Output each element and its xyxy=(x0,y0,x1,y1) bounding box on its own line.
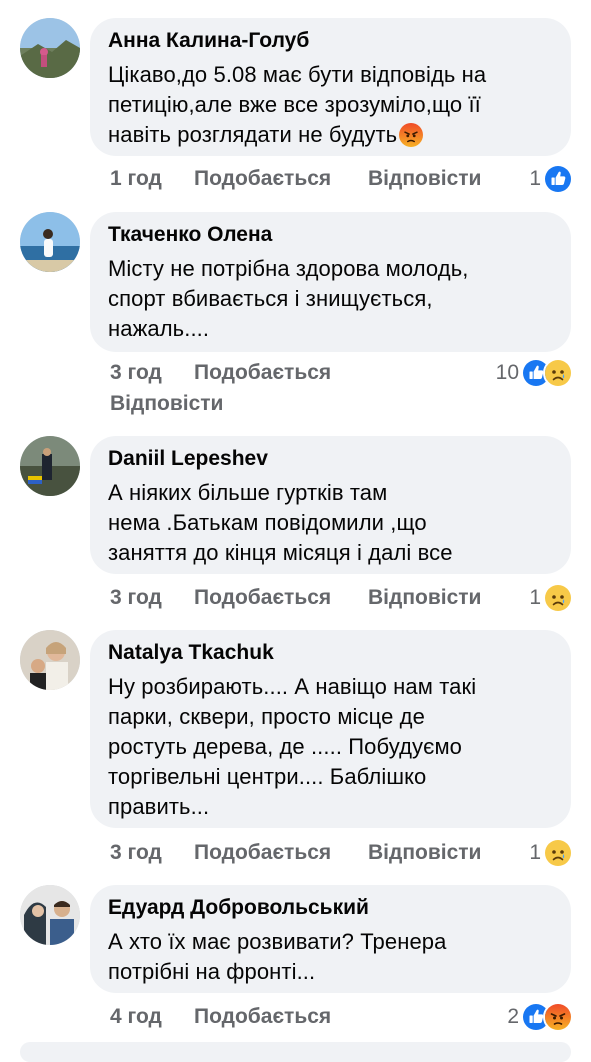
comment-text: Місту не потрібна здорова молодь, xyxy=(108,256,469,281)
sad-reaction-icon xyxy=(543,838,573,868)
comment-text: нема .Батькам повідомили ,що xyxy=(108,510,427,535)
avatar[interactable] xyxy=(20,436,80,496)
like-link[interactable]: Подобається xyxy=(194,166,331,192)
reaction-count: 1 xyxy=(529,586,541,609)
comment-bubble: Daniil Lepeshev А ніяких більше гуртків … xyxy=(90,436,571,574)
comment-bubble: Natalya Tkachuk Ну розбирають.... А наві… xyxy=(90,630,571,828)
timestamp[interactable]: 3 год xyxy=(110,840,162,866)
like-link[interactable]: Подобається xyxy=(194,840,331,866)
author-name[interactable]: Natalya Tkachuk xyxy=(108,640,553,666)
author-name[interactable]: Анна Калина-Голуб xyxy=(108,28,553,54)
reply-link[interactable]: Відповісти xyxy=(368,166,481,192)
reactions-summary[interactable]: 10 xyxy=(496,358,573,388)
reply-link[interactable]: Відповісти xyxy=(368,585,481,611)
avatar[interactable] xyxy=(20,630,80,690)
reactions-summary[interactable]: 1 xyxy=(529,164,573,194)
reaction-count: 2 xyxy=(507,1005,519,1028)
author-name[interactable]: Едуард Добровольський xyxy=(108,895,553,921)
comment-text: нажаль.... xyxy=(108,316,210,341)
like-link[interactable]: Подобається xyxy=(194,1004,331,1030)
reaction-count: 1 xyxy=(529,841,541,864)
like-reaction-icon xyxy=(543,164,573,194)
comment-text: Цікаво,до 5.08 має бути відповідь на xyxy=(108,62,487,87)
comment-bubble: Ткаченко Олена Місту не потрібна здорова… xyxy=(90,212,571,352)
comment-text: править... xyxy=(108,794,210,819)
sad-reaction-icon xyxy=(543,583,573,613)
author-name[interactable]: Daniil Lepeshev xyxy=(108,446,553,472)
comment-text-line: навіть розглядати не будуть xyxy=(108,122,398,147)
reactions-summary[interactable]: 1 xyxy=(529,838,573,868)
reaction-count: 10 xyxy=(495,361,519,384)
comment-text: А ніяких більше гуртків там xyxy=(108,480,388,505)
comment-text: потрібні на фронті... xyxy=(108,959,316,984)
comment-text: парки, сквери, просто місце де xyxy=(108,704,425,729)
comment-text: петицію,але вже все зрозуміло,що її xyxy=(108,92,481,117)
angry-reaction-icon xyxy=(543,1002,573,1032)
comment-text: навіть розглядати не будуть xyxy=(108,120,553,150)
next-comment-bubble xyxy=(20,1042,571,1062)
comment-text: Ну розбирають.... А навіщо нам такі xyxy=(108,674,477,699)
avatar[interactable] xyxy=(20,885,80,945)
reactions-summary[interactable]: 1 xyxy=(529,583,573,613)
author-name[interactable]: Ткаченко Олена xyxy=(108,222,553,248)
timestamp[interactable]: 4 год xyxy=(110,1004,162,1030)
reply-link[interactable]: Відповісти xyxy=(368,840,481,866)
comment-text: торгівельні центри.... Баблішко xyxy=(108,764,427,789)
comment-text: спорт вбивається і знищується, xyxy=(108,286,433,311)
timestamp[interactable]: 3 год xyxy=(110,585,162,611)
like-link[interactable]: Подобається xyxy=(194,360,331,386)
sad-reaction-icon xyxy=(543,358,573,388)
like-link[interactable]: Подобається xyxy=(194,585,331,611)
reply-link[interactable]: Відповісти xyxy=(110,391,223,417)
avatar[interactable] xyxy=(20,212,80,272)
timestamp[interactable]: 3 год xyxy=(110,360,162,386)
avatar[interactable] xyxy=(20,18,80,78)
comment-bubble: Едуард Добровольський А хто їх має розви… xyxy=(90,885,571,993)
comment-text: заняття до кінця місяця і далі все xyxy=(108,540,453,565)
reactions-summary[interactable]: 2 xyxy=(507,1002,573,1032)
timestamp[interactable]: 1 год xyxy=(110,166,162,192)
comment-bubble: Анна Калина-Голуб Цікаво,до 5.08 має бут… xyxy=(90,18,571,156)
reaction-count: 1 xyxy=(529,167,541,190)
comment-text: А хто їх має розвивати? Тренера xyxy=(108,929,447,954)
angry-face-icon xyxy=(399,123,423,147)
comment-text: ростуть дерева, де ..... Побудуємо xyxy=(108,734,463,759)
